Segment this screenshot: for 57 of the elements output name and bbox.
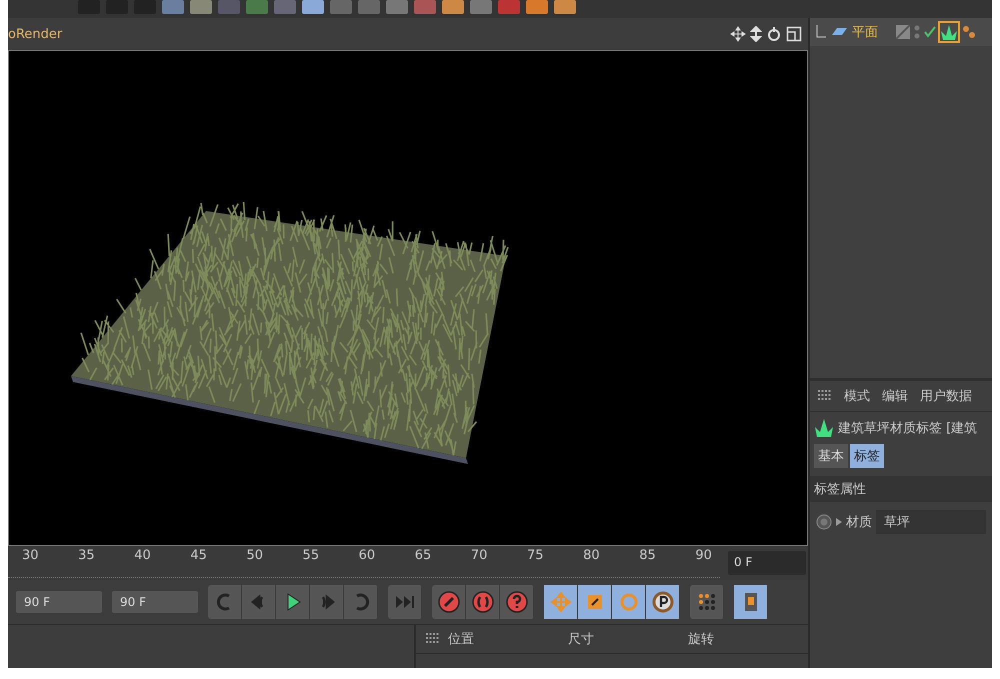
layer-icon[interactable] — [896, 25, 910, 39]
grass-tag-icon[interactable] — [940, 23, 958, 41]
keyframe-icon — [470, 590, 494, 614]
tab[interactable]: 标签 — [850, 444, 884, 468]
grass-tag-icon — [814, 418, 834, 438]
grip-icon[interactable] — [426, 633, 440, 645]
expand-arrow-icon[interactable] — [836, 518, 842, 526]
tag-title: 建筑草坪材质标签 [建筑 — [838, 420, 978, 437]
viewport-title: oRender — [8, 26, 62, 42]
material-field[interactable]: 草坪 — [876, 510, 986, 534]
arrows-icon[interactable] — [750, 26, 762, 42]
radio-icon[interactable] — [816, 514, 832, 530]
column-header: 尺寸 — [568, 631, 595, 648]
material-balls-icon[interactable] — [962, 24, 976, 40]
window-icon[interactable] — [786, 26, 802, 42]
frame-tick-label: 55 — [302, 548, 320, 565]
parameter-button[interactable] — [646, 585, 680, 619]
start-frame-field[interactable]: 90 F — [16, 591, 102, 613]
current-frame-field[interactable]: 0 F — [728, 551, 806, 575]
tab[interactable]: 基本 — [814, 444, 848, 468]
viewport[interactable] — [8, 50, 808, 546]
menu-item[interactable]: 模式 — [844, 387, 870, 405]
timeline-ruler[interactable]: 30 35 40 45 50 55 60 65 70 75 80 85 90 — [8, 548, 720, 578]
grip-icon[interactable] — [818, 390, 832, 402]
visibility-dots-icon[interactable] — [914, 25, 920, 39]
end-frame-field[interactable]: 90 F — [112, 591, 198, 613]
frame-tick-label: 65 — [414, 548, 432, 565]
frame-tick-label: 85 — [639, 548, 656, 565]
column-header: 旋转 — [688, 631, 715, 648]
scale-button[interactable] — [578, 585, 612, 619]
move-button[interactable] — [544, 585, 578, 619]
frame-tick-label: 50 — [246, 548, 263, 565]
frame-tick-label: 70 — [470, 548, 488, 565]
frame-tick-label: 40 — [134, 548, 151, 565]
frame-tick-label: 45 — [190, 548, 207, 565]
parameter-icon — [650, 590, 674, 614]
film-button[interactable] — [734, 585, 768, 619]
hierarchy-line-icon — [816, 25, 826, 39]
help-icon — [504, 590, 528, 614]
menu-item[interactable]: 用户数据 — [920, 387, 972, 405]
object-name[interactable]: 平面 — [852, 23, 878, 41]
field-label: 材质 — [846, 514, 872, 531]
move-icon — [548, 590, 572, 614]
frame-tick-label: 60 — [358, 548, 376, 565]
frame-tick-label: 80 — [583, 548, 600, 565]
rotate-icon[interactable] — [766, 26, 782, 42]
rotate-button[interactable] — [612, 585, 646, 619]
frame-tick-label: 75 — [526, 548, 544, 565]
menu-item[interactable]: 编辑 — [882, 387, 908, 405]
check-icon[interactable] — [924, 26, 936, 38]
frame-tick-label: 90 — [695, 548, 712, 565]
plane-object-icon — [830, 26, 848, 38]
move-icon[interactable] — [730, 26, 746, 42]
column-header: 位置 — [448, 631, 475, 648]
frame-tick-label: 35 — [78, 548, 95, 565]
section-header: 标签属性 — [810, 476, 992, 502]
frame-tick-label: 30 — [22, 548, 39, 565]
